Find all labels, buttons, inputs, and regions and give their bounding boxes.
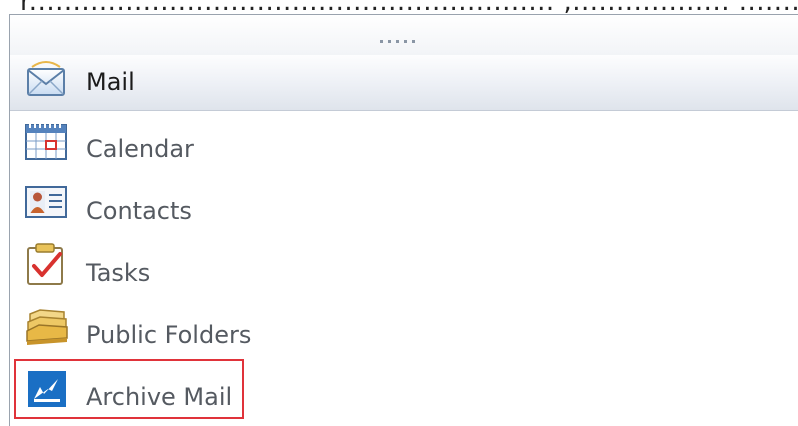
top-text-fragment: r.......................................…: [0, 0, 798, 14]
nav-item-calendar[interactable]: Calendar: [10, 115, 798, 177]
nav-item-public-folders[interactable]: Public Folders: [10, 301, 798, 363]
nav-item-label: Archive Mail: [86, 383, 233, 411]
nav-item-label: Contacts: [86, 197, 192, 225]
splitter-grip-icon[interactable]: [380, 40, 415, 44]
nav-item-label: Tasks: [86, 259, 151, 287]
tasks-checklist-icon: [27, 243, 63, 285]
mail-envelope-icon: [27, 61, 65, 96]
nav-item-label: Calendar: [86, 135, 194, 163]
public-folders-icon: [26, 309, 68, 345]
nav-item-label: Mail: [86, 68, 135, 96]
contacts-card-icon: [25, 186, 67, 218]
nav-item-archive-mail[interactable]: Archive Mail: [10, 363, 798, 425]
archive-mail-icon: [28, 371, 66, 407]
navigation-pane: Mail Calendar Contacts Tasks Public Fold…: [9, 14, 798, 426]
nav-item-mail[interactable]: Mail: [10, 55, 798, 111]
nav-item-tasks[interactable]: Tasks: [10, 239, 798, 301]
nav-item-contacts[interactable]: Contacts: [10, 177, 798, 239]
navigation-pane-splitter[interactable]: [10, 15, 798, 55]
top-text-fragment-text: r.......................................…: [20, 0, 798, 14]
calendar-icon: [25, 122, 67, 160]
nav-item-label: Public Folders: [86, 321, 252, 349]
